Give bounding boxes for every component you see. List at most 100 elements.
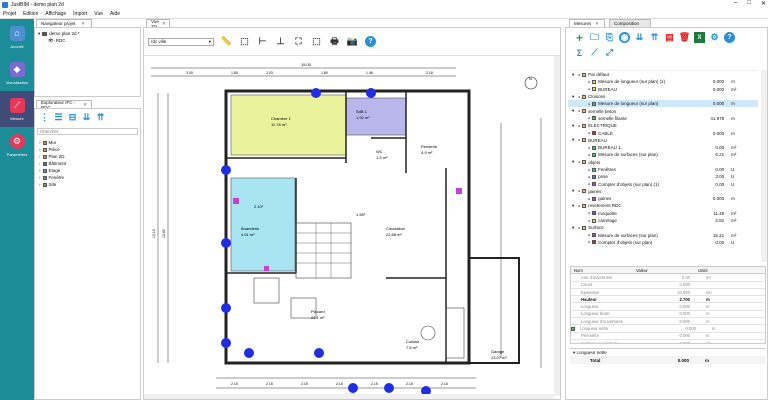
chevron-down-icon[interactable]: ▾ [572,203,576,209]
tree-expand-icon[interactable]: ☰ [53,112,64,123]
help-icon[interactable]: ? [365,36,376,47]
eye-icon[interactable]: ● [588,240,590,244]
property-row[interactable]: Longueur d'ouvertures 0.000 m [571,318,765,326]
transform-icon[interactable]: ⤢ [604,47,615,58]
measure-row[interactable]: ● Mesure de surfaces (sur plan) 15.21 m² [568,232,758,239]
tab-navigateur-projet[interactable]: Navigateur projet ✕ [36,19,92,27]
property-row[interactable]: Aire d'ouvertures 0.00 m² [571,274,765,282]
measures-scrollbar[interactable] [761,70,767,262]
ifc-item-site[interactable]: › Site [39,181,136,188]
sidebar-item-visualisation[interactable]: ◆ Visualisation [0,55,34,91]
chevron-down-icon[interactable]: ▾ [572,159,576,165]
chevron-down-icon[interactable]: ▾ [572,137,576,143]
measure-group-row[interactable]: ▾ ● revetement RDC [568,202,758,209]
vertical-scrollbar[interactable] [554,56,560,396]
eye-icon[interactable]: ● [588,182,590,186]
chevron-down-icon[interactable]: ▾ [572,123,576,129]
eye-icon[interactable]: ● [588,153,590,157]
tree-collapse-icon[interactable]: ⋮ [39,112,50,123]
move-up-icon[interactable]: ⇈ [649,32,660,43]
tree-item-project[interactable]: ▾ demo plan 2d * [38,30,137,37]
chevron-down-icon[interactable]: ▾ [572,108,576,114]
menu-import[interactable]: Import [73,11,87,17]
ifc-item-etage[interactable]: › Etage [39,167,136,174]
add-icon[interactable]: + [574,31,585,45]
eye-icon[interactable]: ● [578,204,580,208]
measure-row[interactable]: ● BUREAU 1 0.00 m² [568,144,758,151]
print-icon[interactable]: 🖶 [329,36,340,47]
chevron-down-icon[interactable]: ▾ [572,188,576,194]
eye-icon[interactable]: ● [588,87,590,91]
measure-group-row[interactable]: ▾ ● gaines [568,188,758,195]
menu-vue[interactable]: Vue [94,11,103,17]
view-select[interactable]: rdc ville ▾ [148,37,214,46]
folder-icon[interactable]: 🗀 [589,32,600,43]
measure-line-icon[interactable]: ⊢ [257,36,268,47]
measure-row[interactable]: ● gaines 0.000 m [568,195,758,202]
ifc-item-plan2d[interactable]: › Plan 2D [39,153,136,160]
chevron-down-icon[interactable]: ▾ [572,225,576,231]
minimize-icon[interactable]: – [734,0,737,7]
menu-aide[interactable]: Aide [110,11,120,17]
eye-icon[interactable]: ● [578,160,580,164]
expand-all-icon[interactable]: ⇊ [81,112,92,123]
measure-group-row[interactable]: ▾ ● ELECTRIQUE [568,122,758,129]
close-icon[interactable]: ✕ [162,21,166,27]
tab-mesures[interactable]: Mesures ✕ [569,19,605,27]
ifc-item-batiment[interactable]: › Bâtiment [39,160,136,167]
sidebar-item-mesure[interactable]: ⟋ Mesure [0,91,34,127]
excel-icon[interactable]: X [694,32,705,43]
tab-composition[interactable]: Composition [609,19,651,27]
floor-plan[interactable]: Chambre 1 11.78 m² SdB 1 1.92 m² WC 1.5 … [146,58,546,398]
eye-icon[interactable]: ● [578,189,580,193]
eye-icon[interactable]: ● [588,211,590,215]
measure-row[interactable]: ● moquette 11.48 m² [568,210,758,217]
menu-edition[interactable]: Edition [23,11,38,17]
eye-icon[interactable]: ● [588,116,590,120]
eye-icon[interactable]: ● [578,73,580,77]
rectangle-measure-icon[interactable]: ⬚ [239,36,250,47]
ifc-search-input[interactable]: Chercher [37,128,138,135]
property-row[interactable]: Périmètre 0.000 m [571,333,765,340]
measure-group-row[interactable]: ▾ ● BUREAU [568,137,758,144]
eye-icon[interactable]: ● [588,131,590,135]
property-row[interactable]: Count 0.000 [571,282,765,289]
maximize-icon[interactable]: □ [747,0,751,7]
menu-projet[interactable]: Projet [3,11,16,17]
pdf-icon[interactable]: ▤ [664,32,675,43]
collapse-all-icon[interactable]: ⇈ [95,112,106,123]
chevron-down-icon[interactable]: ▾ [572,72,576,78]
tab-explorateur-ifc[interactable]: Explorateur IFC - RDC ✕ [36,100,92,110]
sidebar-item-accueil[interactable]: ⌂ Accueil [0,19,34,55]
measure-group-row[interactable]: ▾ ● semelle beton [568,107,758,114]
measure-row[interactable]: ● Mesure de longueur (sur plan) 0.000 m [568,100,758,108]
tree-item-rdc[interactable]: 👁 RDC [38,37,137,44]
fit-view-icon[interactable]: ⛶ [293,36,304,47]
select-icon[interactable]: ⬚ [311,36,322,47]
eye-icon[interactable]: ● [578,109,580,113]
ruler-icon[interactable]: 📏 [221,36,232,47]
close-icon[interactable]: ✕ [761,0,766,7]
eye-icon[interactable]: ● [588,80,590,84]
ifc-item-piece[interactable]: › Pièce [39,146,136,153]
close-icon[interactable]: ✕ [81,21,85,27]
property-row[interactable]: Longueur nette 0.000 m [571,325,765,333]
eye-icon[interactable]: ● [588,219,590,223]
measure-group-row[interactable]: ▾ ● Cloisons [568,93,758,100]
delete-icon[interactable]: 🗑 [679,32,690,43]
property-row[interactable]: Longueur 0.000 m [571,303,765,311]
eye-icon[interactable]: ● [578,138,580,142]
help-icon[interactable]: ? [724,32,735,43]
filter-icon[interactable]: ⊟ [67,112,78,123]
measure-row[interactable]: ● Compter d'objets (sur plan) 0.00 U [568,239,758,246]
close-icon[interactable]: ✕ [83,102,87,108]
measure-row[interactable]: ● carrelage 2.82 m² [568,217,758,224]
measure-row[interactable]: ● Mesure de longueur (sur plan) (1) 0.000 m [568,78,758,85]
sum-icon[interactable]: Σ [574,47,585,58]
eye-icon[interactable]: ● [578,124,580,128]
measure-row[interactable]: ● BUREAU 0.000 m² [568,86,758,93]
align-icon[interactable]: ⊥ [275,36,286,47]
view-icon[interactable]: ◉ [619,32,630,43]
measure-group-row[interactable]: ▾ ● Par défaut [568,71,758,78]
eye-icon[interactable]: ● [588,168,590,172]
